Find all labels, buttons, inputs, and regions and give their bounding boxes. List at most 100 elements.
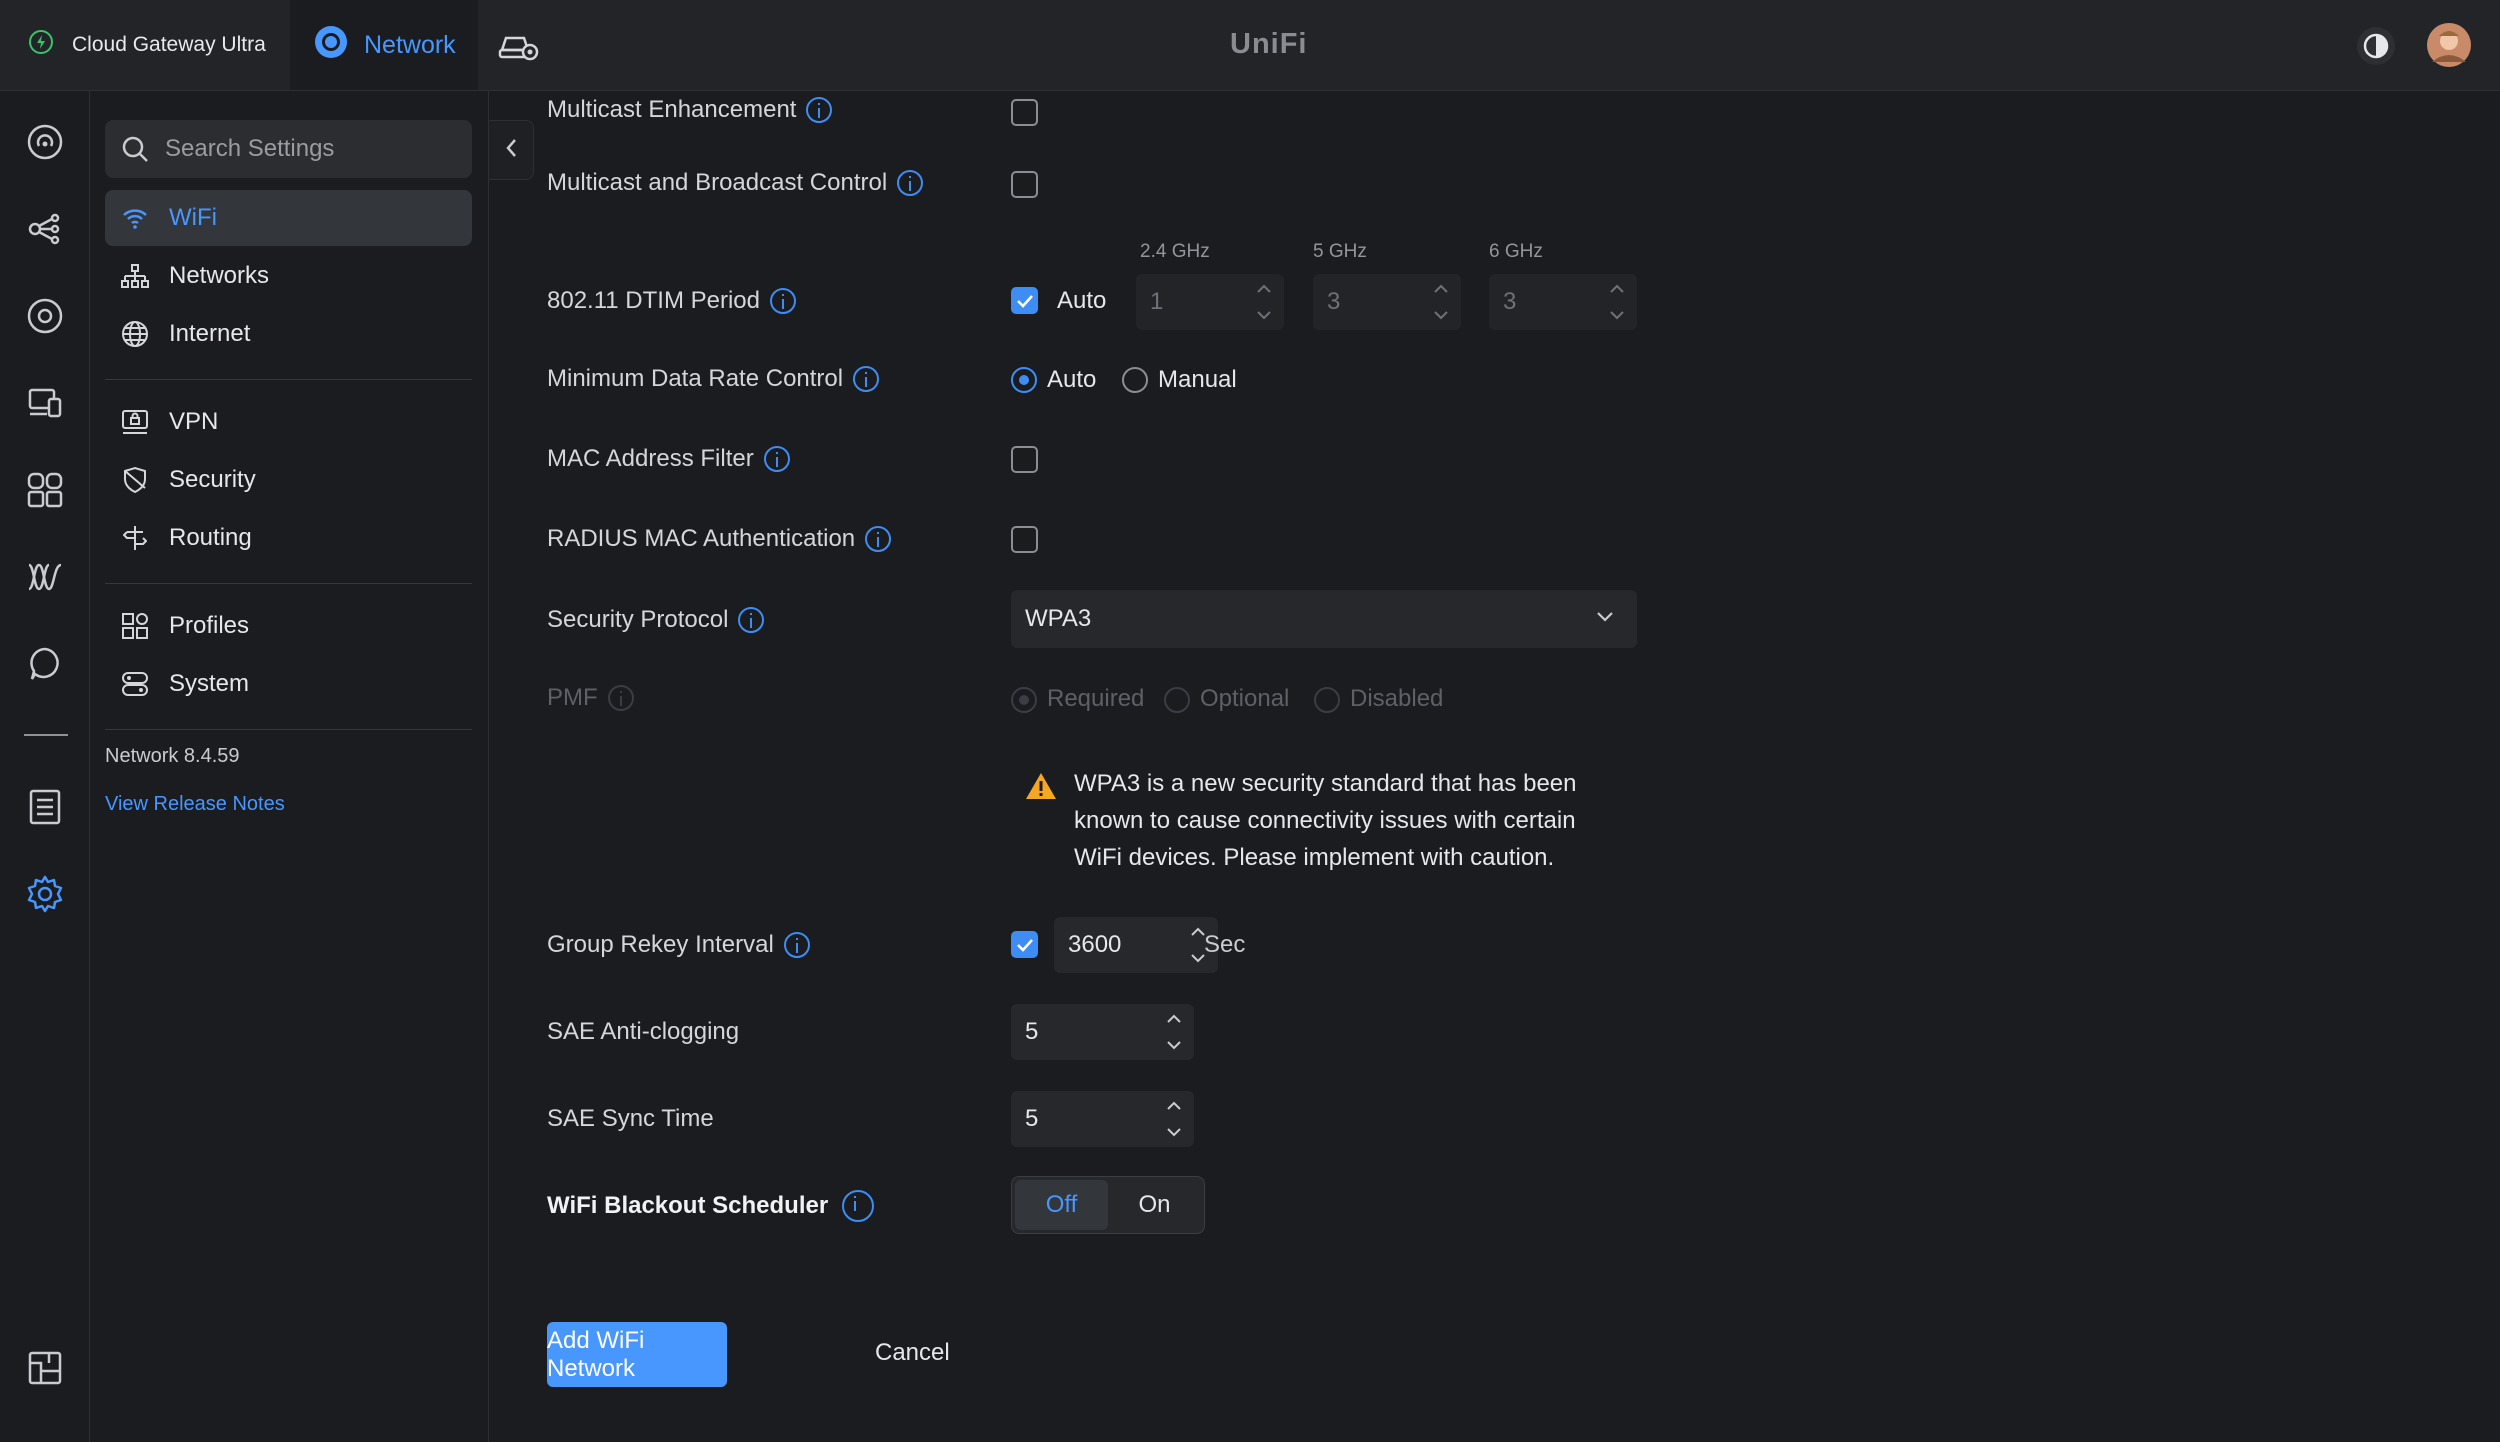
- insights-icon[interactable]: [24, 643, 66, 685]
- min-data-rate-manual-radio[interactable]: [1122, 367, 1148, 393]
- security-protocol-label: Security Protocol: [547, 606, 765, 634]
- info-icon[interactable]: [763, 446, 790, 472]
- app-icon-rail: [0, 91, 90, 1442]
- band-6-label: 6 GHz: [1489, 241, 1543, 262]
- top-bar: Cloud Gateway Ultra Network UniFi: [0, 0, 2500, 91]
- settings-gear-icon[interactable]: [24, 873, 66, 915]
- sidebar-item-networks[interactable]: Networks: [105, 248, 472, 304]
- dashboard-icon[interactable]: [24, 121, 66, 163]
- sae-anti-clogging-label: SAE Anti-clogging: [547, 1018, 740, 1045]
- blackout-off-option[interactable]: Off: [1015, 1180, 1108, 1230]
- info-icon[interactable]: [842, 1190, 875, 1222]
- search-input[interactable]: [163, 134, 457, 164]
- pmf-disabled-radio[interactable]: [1314, 687, 1340, 713]
- sidebar-item-security[interactable]: Security: [105, 452, 472, 508]
- sidebar-item-label: Profiles: [169, 612, 250, 639]
- clients-icon[interactable]: [24, 382, 66, 424]
- networks-icon: [121, 262, 149, 290]
- multicast-broadcast-checkbox[interactable]: [1011, 171, 1038, 198]
- dtim-6ghz-input[interactable]: 3: [1489, 274, 1637, 330]
- stepper-icon[interactable]: [1164, 1097, 1184, 1141]
- sae-sync-time-input[interactable]: 5: [1011, 1091, 1194, 1147]
- info-icon[interactable]: [853, 366, 880, 392]
- info-icon[interactable]: [738, 607, 765, 633]
- user-avatar[interactable]: [2426, 22, 2472, 73]
- radius-mac-text: RADIUS MAC Authentication: [547, 525, 856, 552]
- dtim-5ghz-input[interactable]: 3: [1313, 274, 1461, 330]
- mac-filter-checkbox[interactable]: [1011, 446, 1038, 473]
- sidebar-item-vpn[interactable]: VPN: [105, 394, 472, 450]
- layout-icon[interactable]: [24, 1347, 66, 1389]
- network-app-icon: [314, 25, 348, 66]
- info-icon[interactable]: [897, 170, 924, 196]
- multicast-broadcast-label: Multicast and Broadcast Control: [547, 169, 924, 197]
- sidebar-item-wifi[interactable]: WiFi: [105, 190, 472, 246]
- stepper-icon[interactable]: [1254, 280, 1274, 324]
- checkmark-icon: [1016, 938, 1033, 952]
- topology-icon[interactable]: [24, 208, 66, 250]
- gateway-label: Cloud Gateway Ultra: [72, 33, 266, 56]
- dtim-auto-checkbox[interactable]: [1011, 287, 1038, 314]
- cancel-button[interactable]: Cancel: [875, 1339, 950, 1367]
- sae-anti-clogging-value: 5: [1025, 1018, 1039, 1045]
- settings-sidebar: WiFi Networks Internet VPN Security Rout…: [90, 91, 489, 1442]
- security-protocol-select[interactable]: WPA3: [1011, 590, 1637, 648]
- sidebar-item-label: Routing: [169, 524, 252, 551]
- min-data-rate-label: Minimum Data Rate Control: [547, 365, 880, 393]
- multicast-broadcast-text: Multicast and Broadcast Control: [547, 169, 888, 196]
- blackout-on-option[interactable]: On: [1108, 1180, 1201, 1230]
- group-rekey-checkbox[interactable]: [1011, 931, 1038, 958]
- pmf-required-label: Required: [1047, 685, 1145, 712]
- warning-icon: [1024, 771, 1058, 812]
- chevron-down-icon: [1597, 612, 1613, 622]
- system-log-icon[interactable]: [24, 786, 66, 828]
- add-wifi-network-button[interactable]: Add WiFi Network: [547, 1322, 727, 1387]
- pmf-optional-radio[interactable]: [1164, 687, 1190, 713]
- gateway-settings-icon[interactable]: [498, 30, 540, 67]
- sidebar-item-system[interactable]: System: [105, 656, 472, 712]
- radius-mac-checkbox[interactable]: [1011, 526, 1038, 553]
- dtim-6ghz-value: 3: [1503, 288, 1517, 315]
- theme-toggle-icon[interactable]: [2356, 26, 2396, 71]
- stepper-icon[interactable]: [1164, 1010, 1184, 1054]
- pmf-disabled-label: Disabled: [1350, 685, 1444, 712]
- security-protocol-text: Security Protocol: [547, 606, 729, 633]
- release-notes-link[interactable]: View Release Notes: [105, 793, 285, 816]
- blackout-scheduler-label: WiFi Blackout Scheduler: [547, 1190, 875, 1222]
- info-icon[interactable]: [806, 97, 833, 123]
- dtim-period-label: 802.11 DTIM Period: [547, 287, 796, 315]
- sidebar-item-label: VPN: [169, 408, 219, 435]
- wifi-icon: [121, 204, 149, 232]
- collapse-sidebar-button[interactable]: [489, 120, 534, 180]
- system-icon: [121, 670, 149, 698]
- radio-manager-icon[interactable]: [24, 556, 66, 598]
- pmf-required-radio[interactable]: [1011, 687, 1037, 713]
- sidebar-item-profiles[interactable]: Profiles: [105, 598, 472, 654]
- multicast-enhancement-checkbox[interactable]: [1011, 99, 1038, 126]
- stepper-icon[interactable]: [1607, 280, 1627, 324]
- stepper-icon[interactable]: [1188, 923, 1208, 967]
- min-data-rate-auto-radio[interactable]: [1011, 367, 1037, 393]
- info-icon[interactable]: [865, 526, 892, 552]
- dtim-24ghz-input[interactable]: 1: [1136, 274, 1284, 330]
- sidebar-item-label: Networks: [169, 262, 270, 289]
- info-icon[interactable]: [783, 932, 810, 958]
- sidebar-item-internet[interactable]: Internet: [105, 306, 472, 362]
- group-rekey-unit: Sec: [1204, 931, 1246, 958]
- sidebar-item-routing[interactable]: Routing: [105, 510, 472, 566]
- mac-filter-label: MAC Address Filter: [547, 445, 790, 473]
- gateway-tab[interactable]: Cloud Gateway Ultra: [28, 0, 266, 90]
- network-app-tab[interactable]: Network: [290, 0, 478, 90]
- sidebar-divider: [105, 583, 472, 584]
- info-icon[interactable]: [607, 685, 634, 711]
- sae-anti-clogging-input[interactable]: 5: [1011, 1004, 1194, 1060]
- search-settings[interactable]: [105, 120, 472, 178]
- info-icon[interactable]: [770, 288, 796, 314]
- stepper-icon[interactable]: [1431, 280, 1451, 324]
- dtim-auto-label: Auto: [1057, 287, 1107, 314]
- ports-icon[interactable]: [24, 469, 66, 511]
- sidebar-item-label: Security: [169, 466, 256, 493]
- group-rekey-input[interactable]: 3600 Sec: [1054, 917, 1245, 973]
- devices-icon[interactable]: [24, 295, 66, 337]
- warning-text: WPA3 is a new security standard that has…: [1074, 770, 1577, 871]
